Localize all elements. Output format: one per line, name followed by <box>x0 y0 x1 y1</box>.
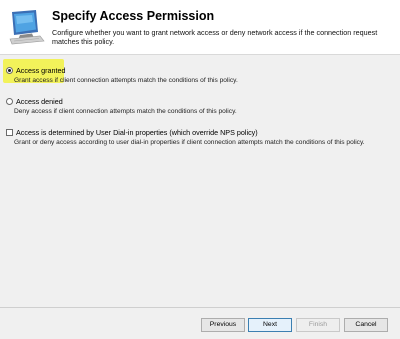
previous-button[interactable]: Previous <box>201 318 245 332</box>
computer-monitor-icon <box>9 10 45 45</box>
options-panel: Access granted Grant access if client co… <box>0 55 400 307</box>
access-denied-radio[interactable] <box>6 98 13 105</box>
access-granted-radio[interactable] <box>6 67 13 74</box>
option-user-dialin[interactable]: Access is determined by User Dial-in pro… <box>6 128 258 137</box>
option-access-denied[interactable]: Access denied <box>6 97 63 106</box>
access-granted-description: Grant access if client connection attemp… <box>14 77 238 84</box>
user-dialin-label[interactable]: Access is determined by User Dial-in pro… <box>16 128 258 137</box>
access-granted-label[interactable]: Access granted <box>16 66 66 75</box>
user-dialin-description: Grant or deny access according to user d… <box>14 139 365 146</box>
option-access-granted[interactable]: Access granted <box>6 66 66 75</box>
user-dialin-checkbox[interactable] <box>6 129 13 136</box>
next-button[interactable]: Next <box>248 318 292 332</box>
access-denied-description: Deny access if client connection attempt… <box>14 108 237 115</box>
access-denied-label[interactable]: Access denied <box>16 97 63 106</box>
page-description: Configure whether you want to grant netw… <box>52 28 378 46</box>
finish-button: Finish <box>296 318 340 332</box>
cancel-button[interactable]: Cancel <box>344 318 388 332</box>
wizard-header: Specify Access Permission Configure whet… <box>0 0 400 55</box>
footer-divider <box>0 307 400 308</box>
page-title: Specify Access Permission <box>52 9 215 23</box>
